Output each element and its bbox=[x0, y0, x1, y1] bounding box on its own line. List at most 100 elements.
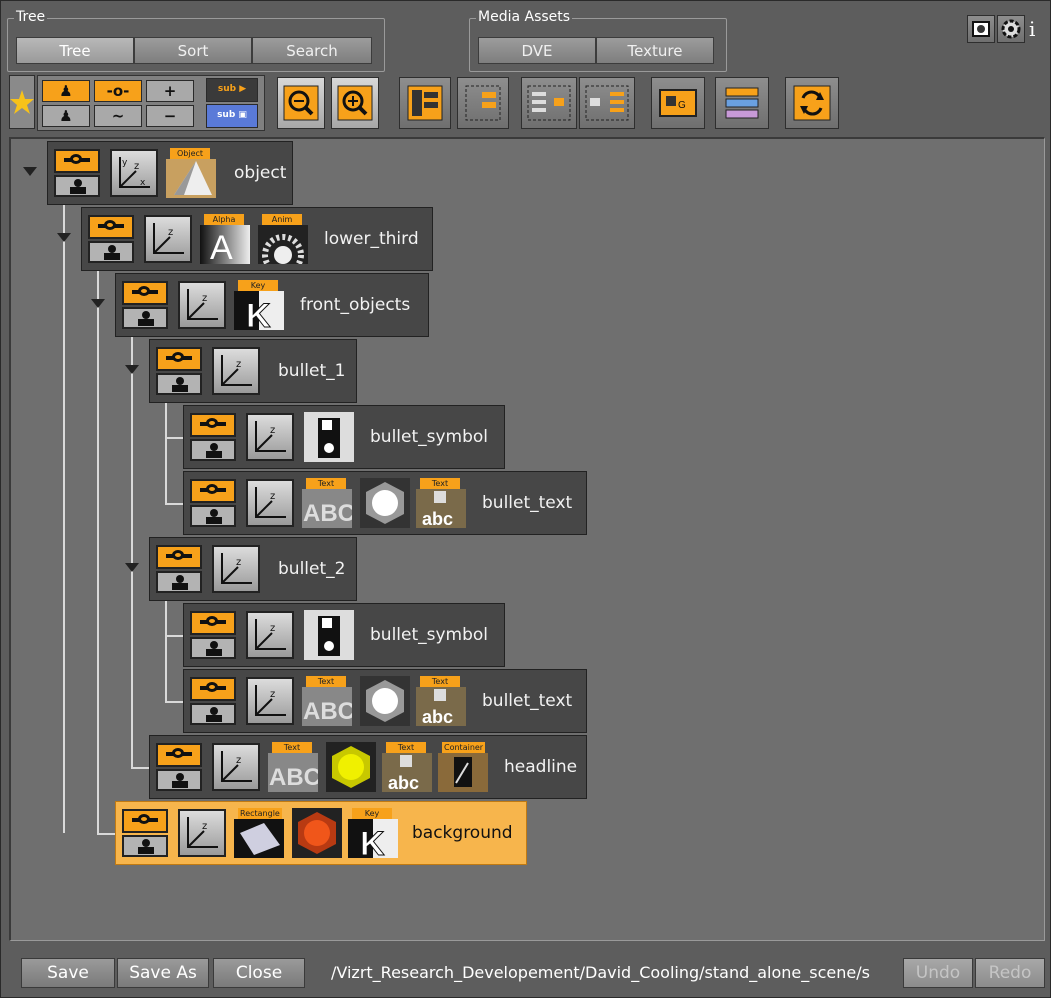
node-visible-toggle-icon[interactable] bbox=[190, 479, 236, 503]
node-toggles[interactable] bbox=[156, 347, 202, 397]
node-toggles[interactable] bbox=[190, 479, 236, 529]
node-toggles[interactable] bbox=[122, 809, 168, 859]
transform-axis-icon[interactable]: z bbox=[178, 281, 226, 329]
expand-toggle-icon[interactable] bbox=[57, 233, 71, 242]
expand-toggle-icon[interactable] bbox=[23, 167, 37, 176]
node-visible-toggle-icon[interactable] bbox=[156, 743, 202, 767]
node-visible-toggle-icon[interactable] bbox=[156, 347, 202, 371]
plugin-alpha-icon[interactable]: Alpha A bbox=[200, 214, 250, 267]
transform-axis-icon[interactable]: z bbox=[246, 677, 294, 725]
plugin-key-icon[interactable]: Key K bbox=[234, 280, 284, 336]
plugin-text-icon[interactable]: Text ABC bbox=[302, 676, 355, 726]
tree-node-object[interactable]: zx y Object object bbox=[47, 141, 293, 205]
add-icon[interactable]: + bbox=[146, 80, 194, 102]
tree-node-bullet-text[interactable]: z Text ABC Text abc bullet_text bbox=[183, 669, 587, 733]
node-enable-toggle-icon[interactable] bbox=[54, 175, 100, 197]
node-enable-toggle-icon[interactable] bbox=[88, 241, 134, 263]
tree-node-bullet-symbol[interactable]: z bullet_symbol bbox=[183, 603, 505, 667]
merge-icon[interactable] bbox=[521, 77, 577, 129]
plugin-container-icon[interactable]: Container bbox=[438, 742, 488, 792]
collapse-tree-icon[interactable] bbox=[457, 77, 509, 129]
node-visible-toggle-icon[interactable] bbox=[190, 677, 236, 701]
node-visible-toggle-icon[interactable] bbox=[88, 215, 134, 239]
tree-node-bullet-1[interactable]: z bullet_1 bbox=[149, 339, 357, 403]
node-enable-toggle-icon[interactable] bbox=[122, 307, 168, 329]
layers-icon[interactable] bbox=[715, 77, 769, 129]
favorite-star-icon[interactable] bbox=[9, 75, 35, 129]
group-icon[interactable]: G bbox=[651, 77, 705, 129]
plugin-anim-icon[interactable]: Anim bbox=[258, 214, 308, 276]
node-visible-toggle-icon[interactable] bbox=[54, 149, 100, 173]
plugin-red-sphere-icon[interactable] bbox=[292, 808, 342, 858]
plugin-key-icon[interactable]: Key K bbox=[348, 808, 398, 864]
node-visible-toggle-icon[interactable] bbox=[122, 809, 168, 833]
node-toggles[interactable] bbox=[54, 149, 100, 199]
screenshot-icon[interactable] bbox=[967, 15, 995, 43]
node-visible-toggle-icon[interactable] bbox=[190, 413, 236, 437]
plugin-sphere-icon[interactable] bbox=[360, 676, 410, 726]
node-toggles[interactable] bbox=[88, 215, 134, 265]
tree-node-bullet-symbol[interactable]: z bullet_symbol bbox=[183, 405, 505, 469]
disable-node-icon[interactable]: ♟ bbox=[42, 105, 90, 127]
node-visible-toggle-icon[interactable] bbox=[156, 545, 202, 569]
plugin-text-icon[interactable]: Text ABC bbox=[302, 478, 355, 528]
tab-texture[interactable]: Texture bbox=[596, 37, 714, 64]
node-enable-toggle-icon[interactable] bbox=[190, 505, 236, 527]
node-enable-toggle-icon[interactable] bbox=[190, 637, 236, 659]
plugin-rectangle-icon[interactable]: Rectangle bbox=[234, 808, 284, 858]
plugin-yellow-sphere-icon[interactable] bbox=[326, 742, 376, 792]
show-node-icon[interactable]: -o- bbox=[94, 80, 142, 102]
tab-search[interactable]: Search bbox=[252, 37, 372, 64]
node-enable-toggle-icon[interactable] bbox=[190, 439, 236, 461]
node-toggles[interactable] bbox=[122, 281, 168, 331]
node-enable-toggle-icon[interactable] bbox=[122, 835, 168, 857]
plugin-object-icon[interactable]: Object bbox=[166, 148, 216, 198]
tab-sort[interactable]: Sort bbox=[134, 37, 252, 64]
expand-toggle-icon[interactable] bbox=[125, 365, 139, 374]
tree-node-background[interactable]: z Rectangle Key K background bbox=[115, 801, 527, 865]
node-visible-toggle-icon[interactable] bbox=[190, 611, 236, 635]
transform-axis-icon[interactable]: zx y bbox=[110, 149, 158, 197]
sub-dvs-alt-icon[interactable]: sub ▣ bbox=[206, 104, 258, 128]
enable-node-icon[interactable]: ♟ bbox=[42, 80, 90, 102]
node-enable-toggle-icon[interactable] bbox=[190, 703, 236, 725]
node-toggles[interactable] bbox=[190, 677, 236, 727]
plugin-text-small-icon[interactable]: Text abc bbox=[382, 742, 432, 793]
transform-axis-icon[interactable]: z bbox=[246, 413, 294, 461]
node-toggles[interactable] bbox=[190, 413, 236, 463]
plugin-text-icon[interactable]: Text ABC bbox=[268, 742, 321, 792]
redo-button[interactable]: Redo bbox=[975, 958, 1045, 988]
transform-axis-icon[interactable]: z bbox=[246, 479, 294, 527]
expand-toggle-icon[interactable] bbox=[91, 299, 105, 308]
plugin-text-small-icon[interactable]: Text abc bbox=[416, 478, 466, 529]
zoom-in-icon[interactable] bbox=[331, 77, 379, 129]
transform-axis-icon[interactable]: z bbox=[212, 347, 260, 395]
plugin-bullet-symbol-icon[interactable] bbox=[304, 610, 354, 660]
node-enable-toggle-icon[interactable] bbox=[156, 769, 202, 791]
expand-toggle-icon[interactable] bbox=[125, 563, 139, 572]
transform-axis-icon[interactable]: z bbox=[178, 809, 226, 857]
save-as-button[interactable]: Save As bbox=[117, 958, 209, 988]
zoom-out-icon[interactable] bbox=[277, 77, 325, 129]
save-button[interactable]: Save bbox=[21, 958, 115, 988]
transform-axis-icon[interactable]: z bbox=[246, 611, 294, 659]
plugin-bullet-symbol-icon[interactable] bbox=[304, 412, 354, 462]
tab-tree[interactable]: Tree bbox=[16, 37, 134, 64]
undo-button[interactable]: Undo bbox=[903, 958, 973, 988]
node-enable-toggle-icon[interactable] bbox=[156, 373, 202, 395]
transform-axis-icon[interactable]: z bbox=[144, 215, 192, 263]
tree-node-bullet-text[interactable]: z Text ABC Text abc bullet_text bbox=[183, 471, 587, 535]
node-toggles[interactable] bbox=[156, 743, 202, 793]
tab-dve[interactable]: DVE bbox=[478, 37, 596, 64]
gear-icon[interactable] bbox=[997, 15, 1025, 43]
tree-node-front-objects[interactable]: z Key K front_objects bbox=[115, 273, 429, 337]
transform-axis-icon[interactable]: z bbox=[212, 545, 260, 593]
plugin-text-small-icon[interactable]: Text abc bbox=[416, 676, 466, 727]
node-enable-toggle-icon[interactable] bbox=[156, 571, 202, 593]
close-button[interactable]: Close bbox=[213, 958, 305, 988]
node-toggles[interactable] bbox=[190, 611, 236, 661]
tree-node-bullet-2[interactable]: z bullet_2 bbox=[149, 537, 357, 601]
tree-node-lower-third[interactable]: z Alpha A Anim lower_third bbox=[81, 207, 433, 276]
hide-node-icon[interactable]: ~ bbox=[94, 105, 142, 127]
split-icon[interactable] bbox=[579, 77, 635, 129]
